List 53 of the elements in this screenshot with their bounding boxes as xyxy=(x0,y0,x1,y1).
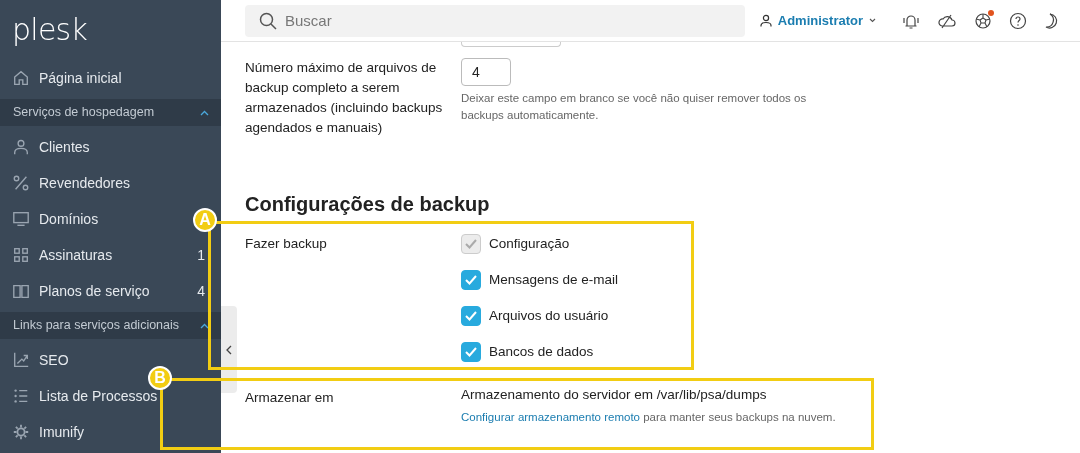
checkbox-label: Bancos de dados xyxy=(489,342,594,361)
sidebar-link[interactable]: Clientes xyxy=(39,136,90,158)
checkbox[interactable] xyxy=(461,306,481,326)
gear-icon xyxy=(12,423,30,441)
check-icon xyxy=(464,274,478,286)
search-icon xyxy=(259,11,277,30)
field-hint: Configurar armazenamento remoto para manter seus backups na nuvem. xyxy=(461,410,836,425)
checkbox-label: Arquivos do usuário xyxy=(489,306,609,325)
home-icon xyxy=(12,69,30,87)
check-icon xyxy=(464,346,478,358)
caret-icon xyxy=(869,18,876,23)
sidebar-link[interactable]: Revendedores xyxy=(39,172,131,194)
sidebar-link[interactable]: SEO xyxy=(39,349,69,371)
checkbox[interactable] xyxy=(461,270,481,290)
sidebar-section-header[interactable]: Serviços de hospedagem xyxy=(0,99,221,126)
input-field[interactable]: 4 xyxy=(461,58,511,86)
ball-icon[interactable] xyxy=(974,11,992,30)
field-label: Armazenar em xyxy=(245,390,334,405)
percent-icon xyxy=(12,174,30,192)
checkbox-label: Configuração xyxy=(489,234,570,253)
input-field[interactable] xyxy=(461,42,561,47)
collapse-handle[interactable] xyxy=(221,306,237,393)
field-value: Armazenamento do servidor em /var/lib/psa/dumps xyxy=(461,386,768,404)
list-icon xyxy=(12,387,30,405)
sidebar-link[interactable]: Planos de serviço xyxy=(39,280,150,302)
user-menu[interactable]: Administrator xyxy=(759,10,876,31)
monitor-icon xyxy=(12,210,30,228)
chart-icon xyxy=(12,351,30,369)
sidebar-link[interactable]: Domínios xyxy=(39,208,99,230)
field-hint: Deixar este campo em branco se você não quiser remover todos os backups automaticamente. xyxy=(461,91,808,123)
chevron-left-icon xyxy=(226,344,232,355)
field-label: Número máximo de arquivos de backup completo a serem armazenados (incluindo backups agendados e manuais) xyxy=(245,59,444,137)
checkbox[interactable] xyxy=(461,342,481,362)
check-icon xyxy=(464,310,478,322)
book-icon xyxy=(12,282,30,300)
moon-icon[interactable] xyxy=(1044,11,1060,30)
remote-storage-link[interactable]: Configurar armazenamento remoto xyxy=(461,411,640,423)
person-icon xyxy=(759,14,772,27)
field-label: Fazer backup xyxy=(245,235,327,253)
sidebar-section-header[interactable]: Links para serviços adicionais xyxy=(0,312,221,339)
checkbox-label: Mensagens de e-mail xyxy=(489,270,619,289)
sidebar-link[interactable]: Página inicial xyxy=(39,67,122,89)
help-icon[interactable] xyxy=(1009,11,1027,30)
plesk-logo[interactable]: plesk xyxy=(12,15,88,45)
section-heading: Configurações de backup xyxy=(245,192,491,217)
item-count: 4 xyxy=(197,281,205,301)
grid-icon xyxy=(12,246,30,264)
check-icon xyxy=(464,238,478,250)
sidebar-link[interactable]: Assinaturas xyxy=(39,244,113,266)
sidebar-link[interactable]: Imunify xyxy=(39,421,85,443)
search-field[interactable]: Buscar xyxy=(245,4,745,37)
person-icon xyxy=(12,138,30,156)
item-count: 1 xyxy=(197,245,205,265)
